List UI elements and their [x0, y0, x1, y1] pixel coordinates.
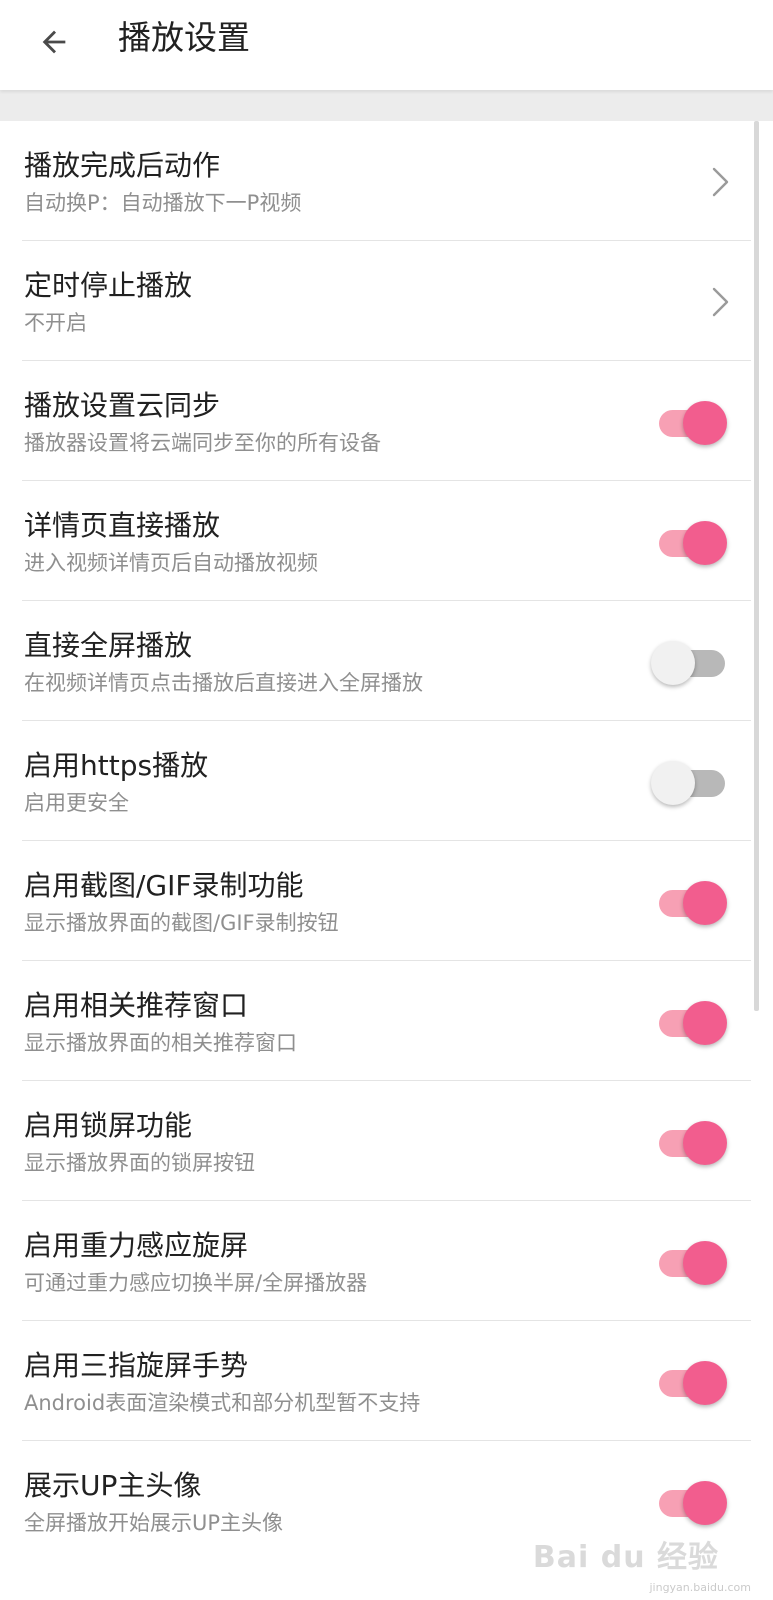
setting-title: 启用重力感应旋屏: [24, 1229, 249, 1262]
section-divider: [0, 90, 773, 121]
setting-title: 定时停止播放: [24, 269, 193, 302]
setting-row[interactable]: 直接全屏播放在视频详情页点击播放后直接进入全屏播放: [0, 601, 773, 721]
setting-title: 启用锁屏功能: [24, 1109, 193, 1142]
setting-title: 展示UP主头像: [24, 1469, 202, 1502]
toggle-switch[interactable]: [659, 1241, 727, 1285]
switch-thumb: [683, 881, 727, 925]
setting-subtitle: 启用更安全: [24, 791, 129, 815]
setting-row[interactable]: 启用截图/GIF录制功能显示播放界面的截图/GIF录制按钮: [0, 841, 773, 961]
watermark-url: jingyan.baidu.com: [649, 1581, 751, 1594]
setting-row[interactable]: 启用锁屏功能显示播放界面的锁屏按钮: [0, 1081, 773, 1201]
setting-subtitle: 显示播放界面的截图/GIF录制按钮: [24, 911, 339, 935]
setting-title: 启用截图/GIF录制功能: [24, 869, 304, 902]
toggle-switch[interactable]: [651, 641, 727, 685]
back-button[interactable]: [22, 10, 86, 74]
toggle-switch[interactable]: [659, 1001, 727, 1045]
switch-thumb: [651, 761, 695, 805]
switch-thumb: [683, 1241, 727, 1285]
setting-row[interactable]: 播放完成后动作自动换P：自动播放下一P视频: [0, 121, 773, 241]
setting-title: 启用相关推荐窗口: [24, 989, 249, 1022]
setting-title: 启用https播放: [24, 749, 209, 782]
scrollbar[interactable]: [754, 121, 759, 1011]
setting-subtitle: 播放器设置将云端同步至你的所有设备: [24, 431, 381, 455]
setting-subtitle: 在视频详情页点击播放后直接进入全屏播放: [24, 671, 423, 695]
switch-thumb: [683, 401, 727, 445]
switch-thumb: [683, 1481, 727, 1525]
setting-subtitle: 显示播放界面的相关推荐窗口: [24, 1031, 297, 1055]
setting-title: 启用三指旋屏手势: [24, 1349, 249, 1382]
setting-subtitle: 可通过重力感应切换半屏/全屏播放器: [24, 1271, 368, 1295]
setting-row[interactable]: 播放设置云同步播放器设置将云端同步至你的所有设备: [0, 361, 773, 481]
toggle-switch[interactable]: [651, 761, 727, 805]
chevron-right-icon: [712, 167, 729, 197]
setting-subtitle: 进入视频详情页后自动播放视频: [24, 551, 318, 575]
setting-row[interactable]: 定时停止播放 不开启: [0, 241, 773, 361]
setting-row[interactable]: 启用相关推荐窗口显示播放界面的相关推荐窗口: [0, 961, 773, 1081]
setting-row[interactable]: 启用三指旋屏手势 Android表面渲染模式和部分机型暂不支持: [0, 1321, 773, 1441]
setting-subtitle: 显示播放界面的锁屏按钮: [24, 1151, 255, 1175]
switch-thumb: [683, 1001, 727, 1045]
switch-thumb: [683, 1361, 727, 1405]
switch-thumb: [651, 641, 695, 685]
page-title: 播放设置: [118, 18, 250, 57]
arrow-left-icon: [42, 30, 66, 54]
setting-row[interactable]: 展示UP主头像全屏播放开始展示UP主头像: [0, 1441, 773, 1561]
setting-row[interactable]: 详情页直接播放进入视频详情页后自动播放视频: [0, 481, 773, 601]
setting-title: 直接全屏播放: [24, 629, 193, 662]
setting-subtitle: 自动换P：自动播放下一P视频: [24, 191, 302, 215]
toggle-switch[interactable]: [659, 881, 727, 925]
switch-thumb: [683, 1121, 727, 1165]
toggle-switch[interactable]: [659, 1121, 727, 1165]
toggle-switch[interactable]: [659, 521, 727, 565]
toggle-switch[interactable]: [659, 1481, 727, 1525]
setting-subtitle: 不开启: [24, 311, 87, 335]
toggle-switch[interactable]: [659, 401, 727, 445]
toggle-switch[interactable]: [659, 1361, 727, 1405]
settings-list: 播放完成后动作自动换P：自动播放下一P视频定时停止播放不开启播放设置云同步播放器…: [0, 121, 773, 1561]
setting-title: 播放设置云同步: [24, 389, 221, 422]
switch-thumb: [683, 521, 727, 565]
setting-title: 播放完成后动作: [24, 149, 221, 182]
setting-row[interactable]: 启用重力感应旋屏可通过重力感应切换半屏/全屏播放器: [0, 1201, 773, 1321]
setting-title: 详情页直接播放: [24, 509, 221, 542]
setting-subtitle: 全屏播放开始展示UP主头像: [24, 1511, 284, 1535]
setting-row[interactable]: 启用https播放启用更安全: [0, 721, 773, 841]
setting-subtitle: Android表面渲染模式和部分机型暂不支持: [24, 1391, 421, 1415]
chevron-right-icon: [712, 287, 729, 317]
app-bar: 播放设置: [0, 0, 773, 90]
